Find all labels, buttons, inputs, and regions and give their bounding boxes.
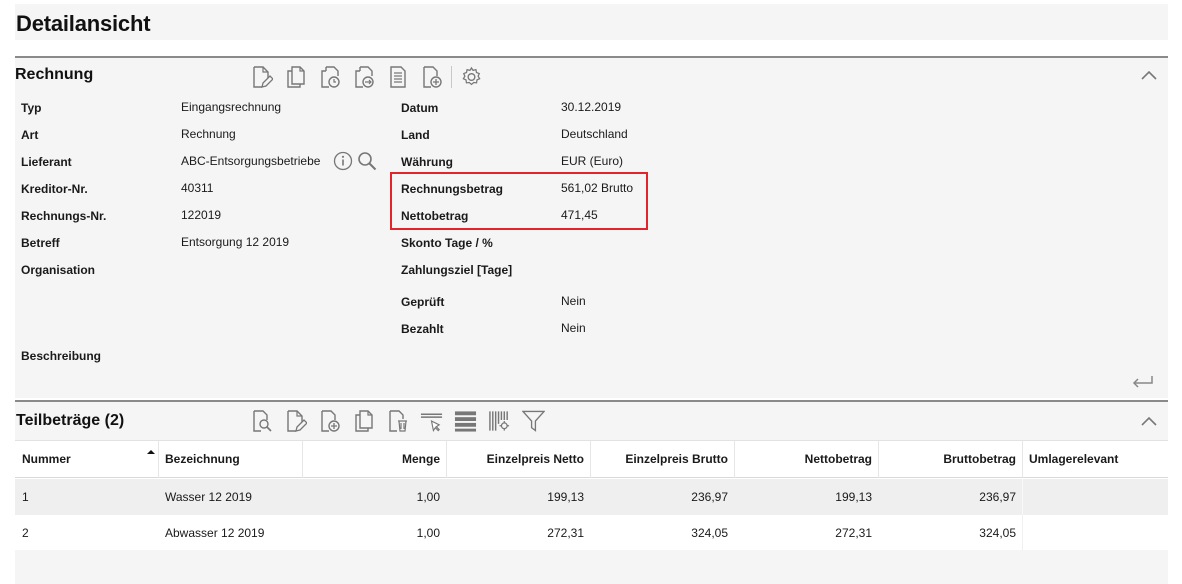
cell-bezeichnung: Wasser 12 2019: [165, 490, 252, 504]
column-header-bezeichnung[interactable]: Bezeichnung: [165, 441, 240, 478]
search-icon[interactable]: [357, 151, 377, 171]
column-separator: [1022, 479, 1023, 515]
field-label-zahlungsziel: Zahlungsziel [Tage]: [401, 263, 513, 277]
copy-document-icon[interactable]: [284, 65, 307, 89]
field-label-kreditor: Kreditor-Nr.: [21, 182, 88, 196]
amount-highlight-box: [390, 172, 648, 230]
partials-toolbar: [250, 408, 556, 434]
cell-bruttobetrag: 236,97: [979, 490, 1016, 504]
column-header-nettobetrag[interactable]: Nettobetrag: [735, 441, 872, 478]
field-value-datum: 30.12.2019: [561, 100, 622, 114]
cell-menge: 1,00: [416, 526, 440, 540]
view-document-icon[interactable]: [250, 409, 273, 433]
collapse-invoice-button[interactable]: [1140, 68, 1158, 82]
cell-nummer: 2: [22, 526, 29, 540]
page-title: Detailansicht: [16, 11, 151, 36]
field-value-betreff: Entsorgung 12 2019: [181, 235, 290, 249]
invoice-section-title: Rechnung: [15, 66, 94, 83]
field-label-organisation: Organisation: [21, 263, 96, 277]
return-icon[interactable]: [1130, 372, 1156, 392]
field-value-rechnungsnr: 122019: [181, 208, 222, 222]
page-title-bar: Detailansicht: [15, 4, 1168, 40]
cell-nettobetrag: 272,31: [835, 526, 872, 540]
table-row[interactable]: 2 Abwasser 12 2019 1,00 272,31 324,05 27…: [15, 515, 1168, 551]
column-separator: [158, 441, 159, 478]
column-header-menge[interactable]: Menge: [303, 441, 440, 478]
grid-empty-area: [15, 550, 1168, 584]
cell-einzelpreis-netto: 272,31: [547, 526, 584, 540]
toolbar-separator: [451, 66, 452, 88]
field-label-typ: Typ: [21, 101, 42, 115]
cell-menge: 1,00: [416, 490, 440, 504]
cell-bezeichnung: Abwasser 12 2019: [165, 526, 265, 540]
document-clock-icon[interactable]: [318, 65, 341, 89]
field-label-beschreibung: Beschreibung: [21, 349, 102, 363]
column-header-bruttobetrag[interactable]: Bruttobetrag: [879, 441, 1016, 478]
document-text-icon[interactable]: [386, 65, 409, 89]
sort-ascending-icon: [147, 450, 155, 454]
section-divider: [15, 400, 1168, 402]
add-document-icon[interactable]: [318, 409, 341, 433]
field-value-geprueft: Nein: [561, 294, 586, 308]
cell-nummer: 1: [22, 490, 29, 504]
rows-layout-icon[interactable]: [454, 409, 477, 433]
field-label-skonto: Skonto Tage / %: [401, 236, 493, 250]
field-label-waehrung: Währung: [401, 155, 453, 169]
info-icon[interactable]: [333, 151, 353, 171]
column-header-umlagerelevant[interactable]: Umlagerelevant: [1029, 441, 1118, 478]
field-label-art: Art: [21, 128, 39, 142]
partials-section-title: Teilbeträge (2): [16, 412, 125, 429]
field-value-waehrung: EUR (Euro): [561, 154, 624, 168]
column-header-nummer[interactable]: Nummer: [22, 441, 71, 478]
column-separator: [1022, 441, 1023, 478]
cell-einzelpreis-netto: 199,13: [547, 490, 584, 504]
field-label-lieferant: Lieferant: [21, 155, 72, 169]
field-value-typ: Eingangsrechnung: [181, 100, 282, 114]
collapse-partials-button[interactable]: [1140, 414, 1158, 428]
field-label-rechnungsnr: Rechnungs-Nr.: [21, 209, 107, 223]
select-row-icon[interactable]: [420, 409, 443, 433]
invoice-toolbar: [250, 64, 494, 90]
cell-einzelpreis-brutto: 236,97: [691, 490, 728, 504]
column-separator: [1022, 515, 1023, 551]
field-label-land: Land: [401, 128, 430, 142]
table-row[interactable]: 1 Wasser 12 2019 1,00 199,13 236,97 199,…: [15, 479, 1168, 515]
filter-icon[interactable]: [522, 409, 545, 433]
field-label-betreff: Betreff: [21, 236, 60, 250]
column-header-einzelpreis-netto[interactable]: Einzelpreis Netto: [447, 441, 584, 478]
settings-gear-icon[interactable]: [460, 65, 483, 89]
field-value-bezahlt: Nein: [561, 321, 586, 335]
field-value-lieferant: ABC-Entsorgungsbetriebe: [181, 154, 321, 168]
column-header-einzelpreis-brutto[interactable]: Einzelpreis Brutto: [591, 441, 728, 478]
columns-settings-icon[interactable]: [488, 409, 511, 433]
copy-document-icon[interactable]: [352, 409, 375, 433]
add-document-icon[interactable]: [420, 65, 443, 89]
field-label-datum: Datum: [401, 101, 439, 115]
edit-document-icon[interactable]: [284, 409, 307, 433]
delete-document-icon[interactable]: [386, 409, 409, 433]
field-label-geprueft: Geprüft: [401, 295, 445, 309]
section-divider: [15, 56, 1168, 58]
document-forward-icon[interactable]: [352, 65, 375, 89]
field-value-kreditor: 40311: [181, 181, 214, 195]
cell-bruttobetrag: 324,05: [979, 526, 1016, 540]
partials-grid-header: Nummer Bezeichnung Menge Einzelpreis Net…: [15, 440, 1168, 478]
edit-document-icon[interactable]: [250, 65, 273, 89]
cell-einzelpreis-brutto: 324,05: [691, 526, 728, 540]
field-label-bezahlt: Bezahlt: [401, 322, 444, 336]
field-value-art: Rechnung: [181, 127, 236, 141]
partials-section: Teilbeträge (2): [15, 400, 1168, 440]
cell-nettobetrag: 199,13: [835, 490, 872, 504]
field-value-land: Deutschland: [561, 127, 628, 141]
